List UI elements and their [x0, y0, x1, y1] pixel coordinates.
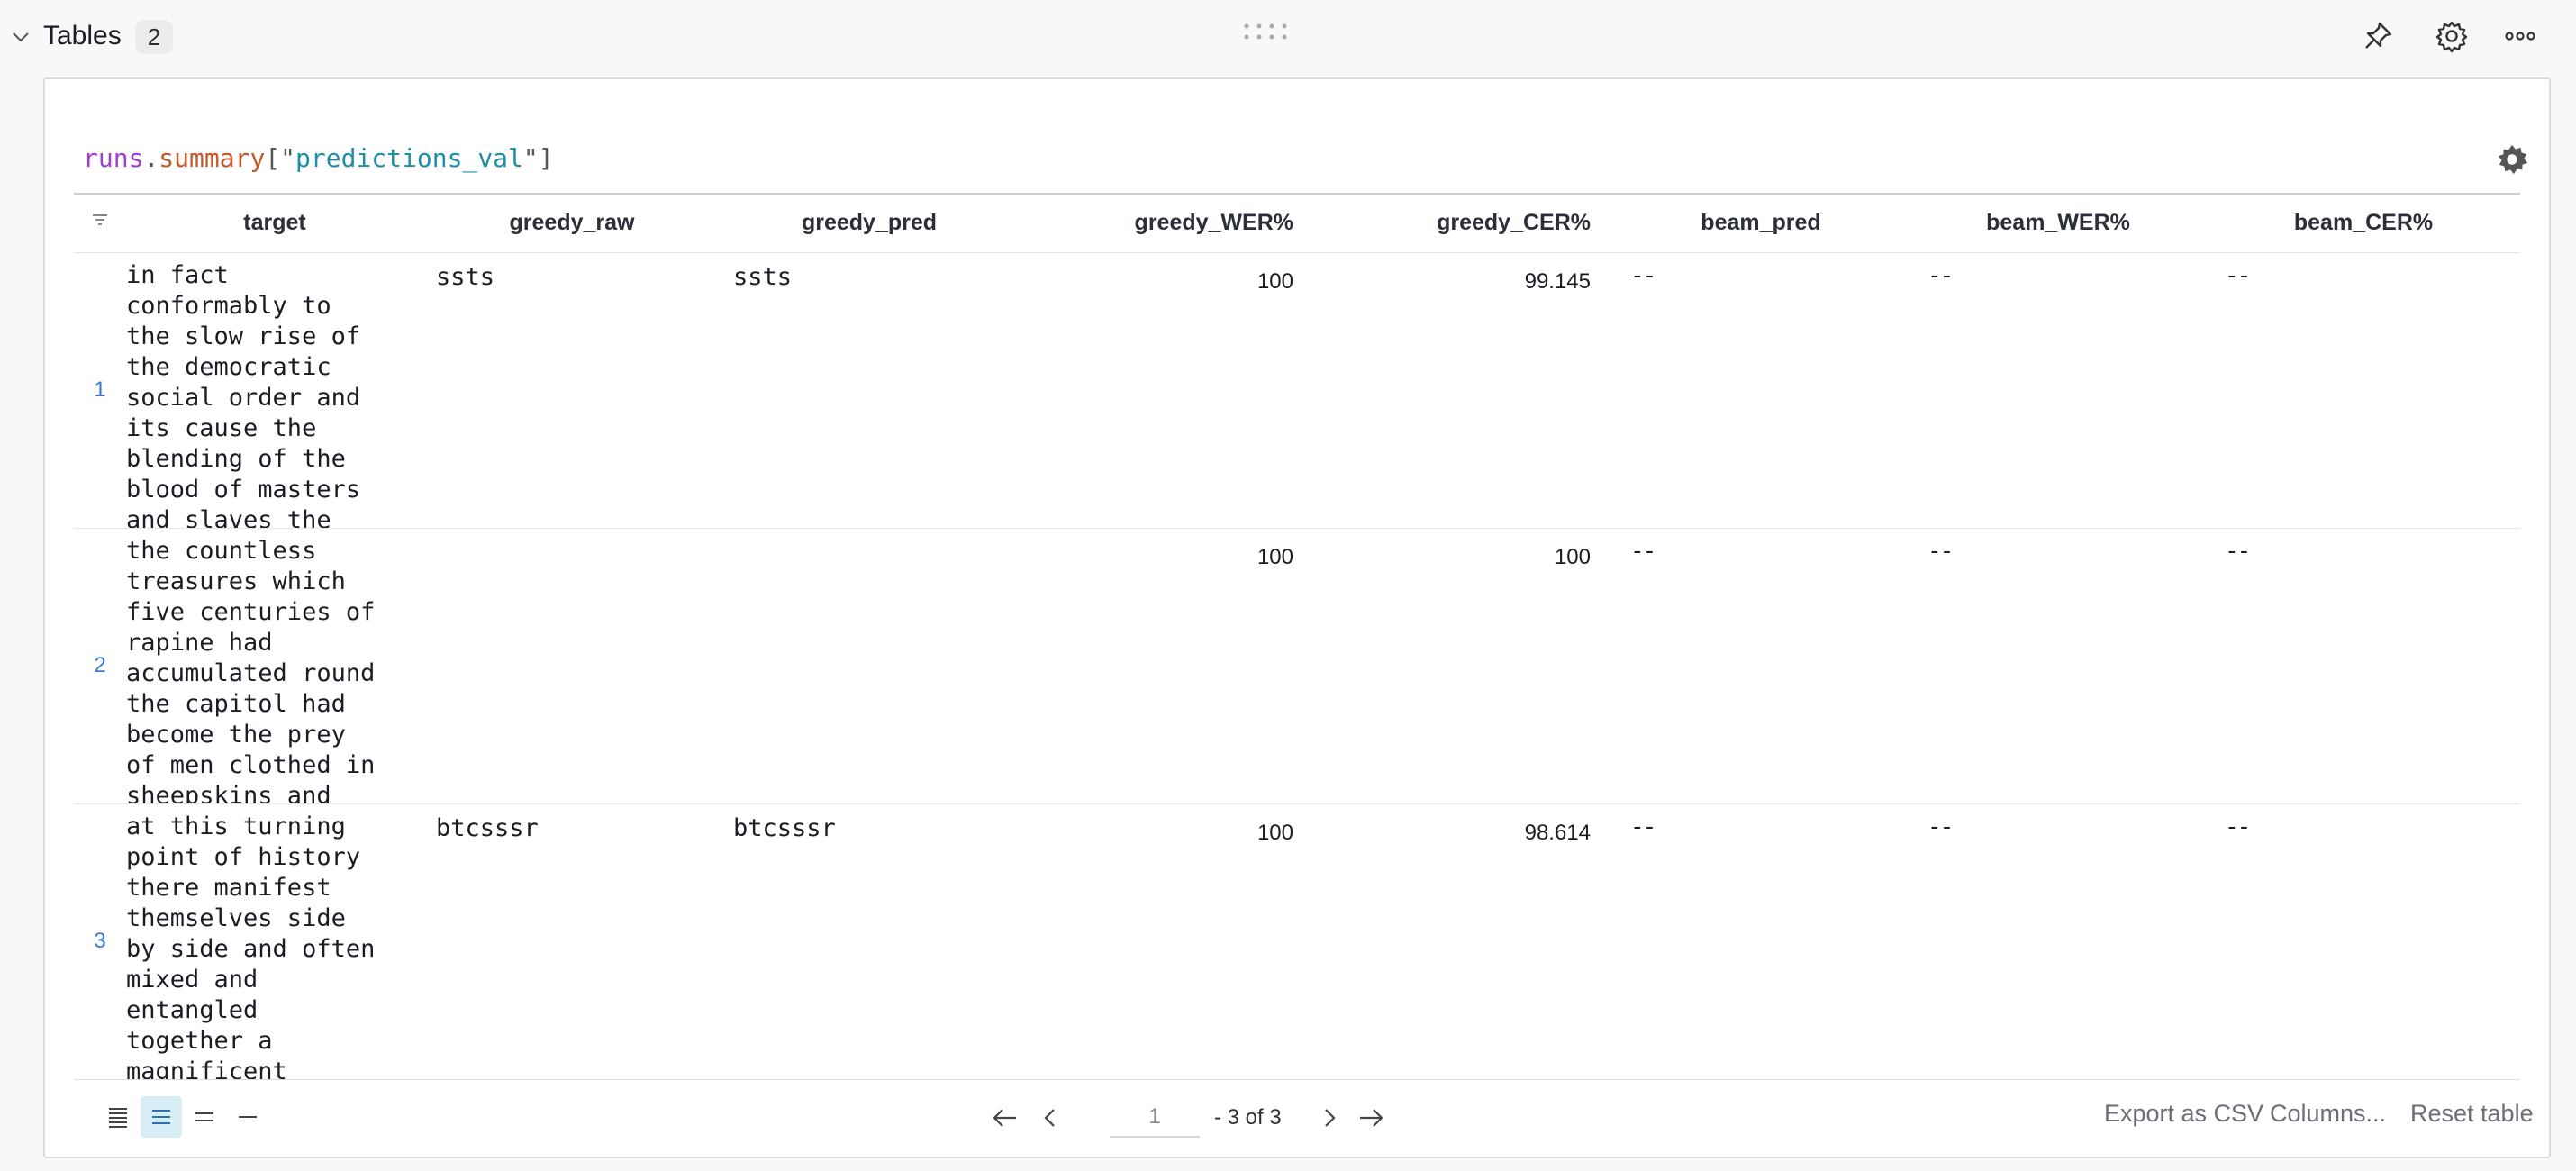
column-header-target[interactable]: target [126, 195, 423, 253]
arrow-left-icon[interactable] [987, 1098, 1023, 1138]
beam-wer-value: -- [1927, 537, 1954, 565]
table-row: 3 at this turning point of history there… [74, 803, 2520, 1080]
chevron-right-icon[interactable] [1311, 1098, 1347, 1138]
cell-target[interactable]: in fact conformably to the slow rise of … [126, 252, 423, 529]
cell-greedy-wer[interactable]: 100 [1018, 252, 1315, 529]
greedy-cer-value: 100 [1554, 544, 1591, 569]
greedy-raw-text: btcsssr [436, 813, 539, 842]
beam-cer-value: -- [2225, 812, 2251, 840]
greedy-wer-value: 100 [1256, 820, 1293, 845]
query-key: predictions_val [295, 143, 523, 173]
query-close: "] [522, 143, 554, 173]
cell-beam-wer[interactable]: -- [1909, 803, 2207, 1080]
page-total: - 3 of 3 [1214, 1105, 1282, 1130]
page-input[interactable] [1110, 1098, 1200, 1138]
data-table: target greedy_raw greedy_pred greedy_WER… [74, 193, 2520, 1094]
header-row: target greedy_raw greedy_pred greedy_WER… [74, 195, 2520, 253]
reset-table-button[interactable]: Reset table [2410, 1100, 2534, 1128]
cell-greedy-wer[interactable]: 100 [1018, 528, 1315, 804]
cell-beam-cer[interactable]: -- [2207, 528, 2520, 804]
section-title[interactable]: Tables [43, 18, 122, 54]
greedy-pred-text [721, 529, 1018, 803]
beam-pred-value: -- [1630, 537, 1656, 565]
columns-button[interactable]: Columns... [2270, 1100, 2386, 1128]
greedy-pred-text: btcsssr [733, 813, 836, 842]
cell-greedy-raw[interactable]: btcsssr [423, 803, 721, 1080]
greedy-cer-value: 98.614 [1524, 820, 1591, 845]
cell-greedy-wer[interactable]: 100 [1018, 803, 1315, 1080]
filter-header[interactable] [74, 195, 126, 253]
beam-pred-value: -- [1630, 261, 1656, 289]
row-index[interactable]: 1 [74, 252, 126, 529]
query-object: runs [83, 143, 144, 173]
greedy-cer-value: 99.145 [1524, 268, 1591, 294]
export-csv-button[interactable]: Export as CSV [2104, 1100, 2263, 1128]
table-panel: runs.summary["predictions_val"] target g… [43, 77, 2551, 1158]
cell-beam-pred[interactable]: -- [1612, 252, 1909, 529]
row-index[interactable]: 3 [74, 803, 126, 1080]
cell-beam-wer[interactable]: -- [1909, 528, 2207, 804]
target-text: in fact conformably to the slow rise of … [126, 260, 361, 528]
chevron-left-icon[interactable] [1032, 1098, 1068, 1138]
count-badge: 2 [135, 20, 173, 54]
panel-gear-icon[interactable] [2495, 142, 2529, 177]
table-footer: - 3 of 3 Export as CSV Columns... Reset … [74, 1079, 2534, 1157]
cell-greedy-pred[interactable]: btcsssr [721, 803, 1018, 1080]
greedy-raw-text: ssts [436, 262, 495, 291]
cell-greedy-cer[interactable]: 100 [1315, 528, 1612, 804]
column-header-beam-pred[interactable]: beam_pred [1612, 195, 1909, 253]
cell-target[interactable]: at this turning point of history there m… [126, 803, 423, 1080]
cell-beam-cer[interactable]: -- [2207, 252, 2520, 529]
cell-greedy-pred[interactable]: ssts [721, 252, 1018, 529]
chevron-down-icon[interactable] [11, 27, 31, 47]
greedy-wer-value: 100 [1256, 268, 1293, 294]
beam-pred-value: -- [1630, 812, 1656, 840]
beam-cer-value: -- [2225, 261, 2251, 289]
column-header-beam-wer[interactable]: beam_WER% [1909, 195, 2207, 253]
target-text: at this turning point of history there m… [126, 812, 376, 1079]
filter-icon[interactable] [90, 210, 110, 230]
cell-target[interactable]: the countless treasures which five centu… [126, 528, 423, 804]
greedy-raw-text [423, 529, 721, 803]
gear-icon[interactable] [2434, 18, 2470, 54]
cell-beam-pred[interactable]: -- [1612, 803, 1909, 1080]
cell-greedy-pred[interactable] [721, 528, 1018, 804]
column-header-greedy-pred[interactable]: greedy_pred [721, 195, 1018, 253]
query-dot: . [143, 143, 159, 173]
greedy-pred-text: ssts [733, 262, 793, 291]
greedy-wer-value: 100 [1256, 544, 1293, 569]
beam-cer-value: -- [2225, 537, 2251, 565]
table-row: 1 in fact conformably to the slow rise o… [74, 252, 2520, 529]
column-header-greedy-wer[interactable]: greedy_WER% [1018, 195, 1315, 253]
column-header-beam-cer[interactable]: beam_CER% [2207, 195, 2520, 253]
query-open: [" [265, 143, 296, 173]
cell-greedy-raw[interactable]: ssts [423, 252, 721, 529]
arrow-right-icon[interactable] [1353, 1098, 1389, 1138]
more-icon[interactable] [2502, 18, 2538, 54]
cell-greedy-cer[interactable]: 98.614 [1315, 803, 1612, 1080]
table-row: 2 the countless treasures which five cen… [74, 528, 2520, 804]
target-text: the countless treasures which five centu… [126, 536, 376, 803]
cell-greedy-cer[interactable]: 99.145 [1315, 252, 1612, 529]
query-expression[interactable]: runs.summary["predictions_val"] [83, 142, 554, 175]
cell-beam-wer[interactable]: -- [1909, 252, 2207, 529]
section-header: Tables 2 [0, 0, 2576, 72]
drag-handle-icon[interactable] [1243, 22, 1290, 41]
pin-icon[interactable] [2360, 18, 2396, 54]
row-index[interactable]: 2 [74, 528, 126, 804]
beam-wer-value: -- [1927, 812, 1954, 840]
column-header-greedy-cer[interactable]: greedy_CER% [1315, 195, 1612, 253]
cell-greedy-raw[interactable] [423, 528, 721, 804]
column-header-greedy-raw[interactable]: greedy_raw [423, 195, 721, 253]
cell-beam-cer[interactable]: -- [2207, 803, 2520, 1080]
beam-wer-value: -- [1927, 261, 1954, 289]
cell-beam-pred[interactable]: -- [1612, 528, 1909, 804]
query-attribute: summary [159, 143, 266, 173]
